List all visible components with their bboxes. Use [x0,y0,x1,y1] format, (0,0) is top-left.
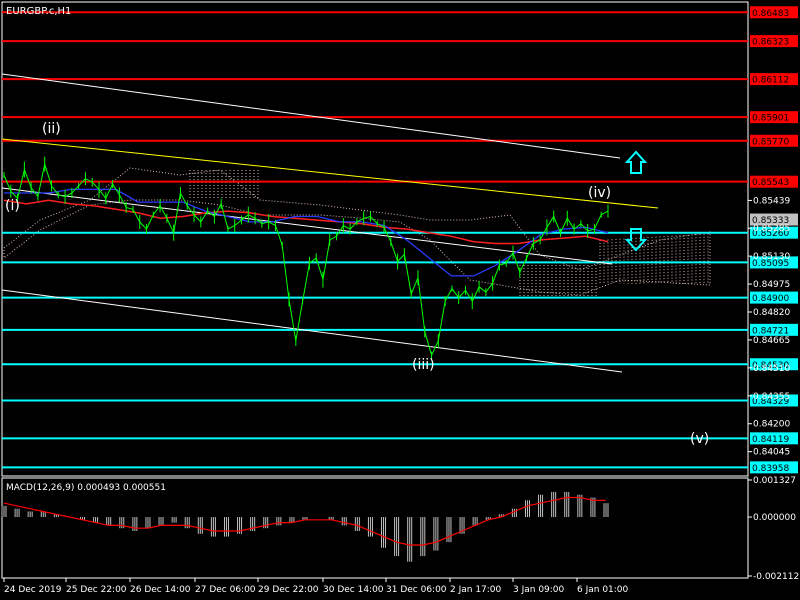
time-tick-label: 25 Dec 22:00 [66,585,127,595]
wave-label: (v) [690,431,709,447]
time-tick-label: 26 Dec 14:00 [130,585,191,595]
price-tick-label: 0.85285 [753,224,790,234]
resistance-level-label: 0.86483 [752,9,789,19]
price-tick-label: 0.84510 [753,364,790,374]
price-tick-label: 0.84045 [753,448,790,458]
resistance-level-label: 0.85770 [752,137,789,147]
macd-tick-label: 0.000000 [753,513,796,523]
resistance-level-label: 0.85901 [752,114,789,124]
macd-title: MACD(12,26,9) 0.000493 0.000551 [6,483,166,493]
time-tick-label: 29 Dec 22:00 [258,585,319,595]
time-tick-label: 27 Dec 06:00 [195,585,256,595]
resistance-level-label: 0.86112 [752,76,789,86]
support-level-label: 0.84119 [752,435,789,445]
time-tick-label: 6 Jan 01:00 [577,585,629,595]
wave-label: (i) [5,198,20,214]
support-level-label: 0.84900 [752,294,789,304]
macd-tick-label: -0.002112 [753,572,799,582]
price-tick-label: 0.84820 [753,308,790,318]
resistance-level-label: 0.85543 [752,178,789,188]
resistance-level-label: 0.86323 [752,38,789,48]
price-tick-label: 0.85130 [753,252,790,262]
support-level-label: 0.83958 [752,464,789,474]
time-tick-label: 30 Dec 14:00 [323,585,384,595]
support-level-label: 0.84721 [752,326,789,336]
chart-canvas: 0.86483 0.86323 0.86112 0.85901 0.85770 0.855… [0,0,800,600]
price-tick-label: 0.84355 [753,392,790,402]
time-tick-label: 3 Jan 09:00 [513,585,565,595]
time-tick-label: 2 Jan 17:00 [450,585,502,595]
price-tick-label: 0.84665 [753,336,790,346]
time-tick-label: 31 Dec 06:00 [386,585,447,595]
wave-label: (iii) [412,357,435,373]
wave-label: (iv) [588,185,611,201]
price-tick-label: 0.85439 [753,196,790,206]
macd-tick-label: 0.001327 [753,476,796,486]
price-tick-label: 0.84975 [753,280,790,290]
wave-label: (ii) [42,121,61,137]
symbol-title: EURGBP.c,H1 [6,6,71,17]
time-tick-label: 24 Dec 2019 [4,585,62,595]
price-tick-label: 0.84200 [753,420,790,430]
